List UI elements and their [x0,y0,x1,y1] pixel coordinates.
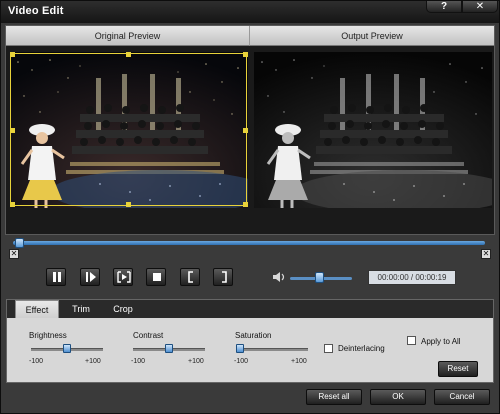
output-preview-video [254,52,492,208]
saturation-thumb[interactable] [236,344,244,353]
tab-trim[interactable]: Trim [61,300,101,318]
set-start-button[interactable] [180,268,200,286]
stop-icon [153,273,161,281]
window-title: Video Edit [8,5,64,17]
crop-handle-top-right[interactable] [243,52,248,57]
crop-handle-bottom-left[interactable] [10,202,15,207]
brightness-thumb[interactable] [63,344,71,353]
trim-end-marker-icon[interactable]: ✕ [481,249,491,259]
contrast-thumb[interactable] [165,344,173,353]
pause-button[interactable] [46,268,66,286]
deinterlacing-label: Deinterlacing [338,344,385,353]
apply-to-all-checkbox[interactable] [407,336,416,345]
pause-icon [53,272,61,282]
ok-button[interactable]: OK [370,389,426,405]
snapshot-button[interactable] [113,268,133,286]
brightness-label: Brightness [29,331,67,340]
crop-handle-left[interactable] [10,128,15,133]
bracket-left-icon [188,271,193,283]
crop-handle-top-left[interactable] [10,52,15,57]
stop-button[interactable] [146,268,166,286]
contrast-max: +100 [188,358,204,365]
crop-handle-top[interactable] [126,52,131,57]
help-button[interactable]: ? [426,1,462,13]
time-display: 00:00:00 / 00:00:19 [368,270,456,285]
contrast-min: -100 [131,358,146,365]
effects-panel: Effect Trim Crop Brightness -100 +100 Co… [6,299,494,383]
cancel-button[interactable]: Cancel [434,389,490,405]
deinterlacing-checkbox[interactable] [324,344,333,353]
saturation-min: -100 [234,358,249,365]
apply-to-all-label: Apply to All [421,337,461,346]
reset-button[interactable]: Reset [438,361,478,377]
reset-all-button[interactable]: Reset all [306,389,362,405]
tab-crop[interactable]: Crop [103,300,143,318]
title-bar[interactable]: Video Edit ? ✕ [1,1,499,23]
close-button[interactable]: ✕ [462,1,498,13]
seek-thumb[interactable] [15,238,24,248]
trim-start-marker-icon[interactable]: ✕ [9,249,19,259]
output-preview-header: Output Preview [250,26,494,46]
brightness-max: +100 [85,358,101,365]
crop-handle-right[interactable] [243,128,248,133]
preview-area: Original Preview Output Preview [5,25,495,235]
crop-handle-bottom[interactable] [126,202,131,207]
frame-icon [117,271,131,283]
crop-handle-bottom-right[interactable] [243,202,248,207]
tab-effect[interactable]: Effect [15,300,59,318]
saturation-slider[interactable] [236,348,308,351]
contrast-label: Contrast [133,331,164,340]
step-forward-button[interactable] [80,268,100,286]
brightness-min: -100 [29,358,44,365]
seek-bar[interactable] [13,241,485,245]
bracket-right-icon [222,271,227,283]
saturation-label: Saturation [235,331,272,340]
crop-frame[interactable] [10,53,247,206]
original-preview-header: Original Preview [6,26,250,46]
set-end-button[interactable] [213,268,233,286]
original-preview-video [10,52,248,208]
volume-thumb[interactable] [315,272,324,283]
video-edit-window: Video Edit ? ✕ Original Preview Output P… [0,0,500,414]
volume-icon[interactable] [272,271,286,283]
tab-bar: Effect Trim Crop [7,300,493,318]
saturation-max: +100 [291,358,307,365]
step-forward-icon [86,272,96,282]
